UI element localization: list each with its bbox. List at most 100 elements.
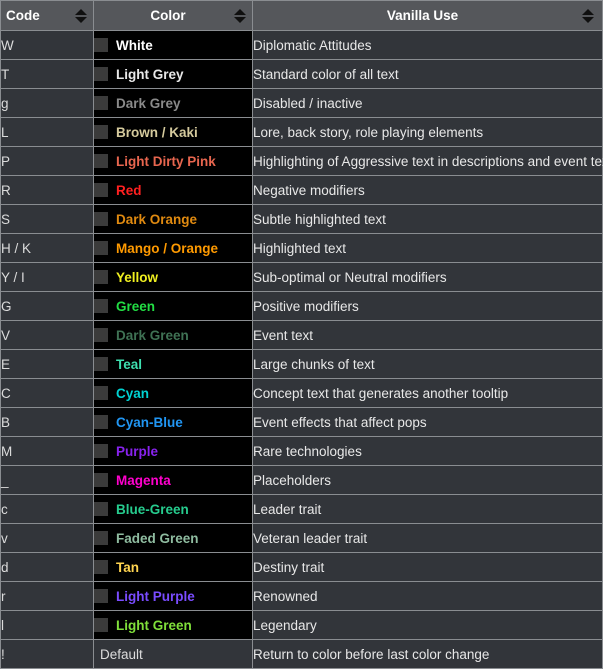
table-row: V Dark Green Event text bbox=[0, 320, 603, 350]
column-header-code-label: Code bbox=[6, 8, 40, 23]
cell-vanilla-use: Large chunks of text bbox=[252, 349, 603, 379]
cell-color: Mango / Orange bbox=[93, 233, 253, 263]
color-swatch-icon bbox=[94, 501, 108, 516]
color-name-label: Red bbox=[116, 183, 142, 199]
cell-vanilla-use: Leader trait bbox=[252, 494, 603, 524]
column-header-color[interactable]: Color bbox=[93, 0, 253, 31]
color-name-label: Dark Grey bbox=[116, 96, 181, 112]
color-swatch-icon bbox=[94, 95, 108, 110]
cell-code: c bbox=[0, 494, 94, 524]
cell-vanilla-use: Highlighted text bbox=[252, 233, 603, 263]
cell-code: S bbox=[0, 204, 94, 234]
cell-code: M bbox=[0, 436, 94, 466]
sort-updown-icon[interactable] bbox=[75, 8, 87, 23]
sort-updown-icon[interactable] bbox=[582, 8, 594, 23]
color-swatch-icon bbox=[94, 617, 108, 632]
cell-vanilla-use: Sub-optimal or Neutral modifiers bbox=[252, 262, 603, 292]
color-swatch-icon bbox=[94, 385, 108, 400]
cell-vanilla-use: Diplomatic Attitudes bbox=[252, 30, 603, 60]
color-swatch-icon bbox=[94, 588, 108, 603]
column-header-vanilla-use[interactable]: Vanilla Use bbox=[252, 0, 603, 31]
cell-code: ! bbox=[0, 639, 94, 669]
color-swatch-icon bbox=[94, 298, 108, 313]
cell-vanilla-use: Negative modifiers bbox=[252, 175, 603, 205]
cell-vanilla-use: Event text bbox=[252, 320, 603, 350]
cell-vanilla-use: Return to color before last color change bbox=[252, 639, 603, 669]
table-row: H / K Mango / Orange Highlighted text bbox=[0, 233, 603, 263]
cell-code: _ bbox=[0, 465, 94, 495]
column-header-code[interactable]: Code bbox=[0, 0, 94, 31]
cell-color: Faded Green bbox=[93, 523, 253, 553]
cell-color: Light Green bbox=[93, 610, 253, 640]
table-body: W White Diplomatic Attitudes T Light Grey Sta… bbox=[0, 30, 603, 669]
color-swatch-icon bbox=[94, 356, 108, 371]
table-row: L Brown / Kaki Lore, back story, role play… bbox=[0, 117, 603, 147]
table-row: M Purple Rare technologies bbox=[0, 436, 603, 466]
column-header-vanilla-use-label: Vanilla Use bbox=[386, 8, 459, 23]
table-row: T Light Grey Standard color of all text bbox=[0, 59, 603, 89]
cell-color: Cyan-Blue bbox=[93, 407, 253, 437]
cell-vanilla-use: Rare technologies bbox=[252, 436, 603, 466]
color-name-label: Dark Orange bbox=[116, 212, 198, 228]
cell-code: B bbox=[0, 407, 94, 437]
table-row: l Light Green Legendary bbox=[0, 610, 603, 640]
color-codes-table: Code Color Vanilla Use W White Diplomatic … bbox=[0, 0, 603, 669]
cell-color: Yellow bbox=[93, 262, 253, 292]
cell-code: r bbox=[0, 581, 94, 611]
cell-code: l bbox=[0, 610, 94, 640]
cell-vanilla-use: Positive modifiers bbox=[252, 291, 603, 321]
color-swatch-icon bbox=[94, 530, 108, 545]
cell-color: Default bbox=[93, 639, 253, 669]
color-swatch-icon bbox=[94, 269, 108, 284]
cell-color: Dark Orange bbox=[93, 204, 253, 234]
cell-vanilla-use: Disabled / inactive bbox=[252, 88, 603, 118]
color-name-label: Purple bbox=[116, 444, 159, 460]
table-row: r Light Purple Renowned bbox=[0, 581, 603, 611]
color-name-label: Yellow bbox=[116, 270, 159, 286]
color-name-label: Green bbox=[116, 299, 156, 315]
cell-code: V bbox=[0, 320, 94, 350]
cell-code: G bbox=[0, 291, 94, 321]
cell-vanilla-use: Placeholders bbox=[252, 465, 603, 495]
color-name-label: Cyan bbox=[116, 386, 150, 402]
cell-code: g bbox=[0, 88, 94, 118]
color-name-label: White bbox=[116, 38, 153, 54]
cell-color: Light Purple bbox=[93, 581, 253, 611]
color-swatch-icon bbox=[94, 182, 108, 197]
color-name-label: Brown / Kaki bbox=[116, 125, 198, 141]
cell-code: P bbox=[0, 146, 94, 176]
color-name-label: Magenta bbox=[116, 473, 171, 489]
cell-code: T bbox=[0, 59, 94, 89]
table-row: B Cyan-Blue Event effects that affect pops bbox=[0, 407, 603, 437]
color-name-label: Teal bbox=[116, 357, 143, 373]
color-name-label: Blue-Green bbox=[116, 502, 189, 518]
table-row: C Cyan Concept text that generates another… bbox=[0, 378, 603, 408]
cell-color: Cyan bbox=[93, 378, 253, 408]
cell-vanilla-use: Destiny trait bbox=[252, 552, 603, 582]
cell-code: R bbox=[0, 175, 94, 205]
cell-color: Dark Grey bbox=[93, 88, 253, 118]
cell-color: Blue-Green bbox=[93, 494, 253, 524]
cell-vanilla-use: Standard color of all text bbox=[252, 59, 603, 89]
table-row: g Dark Grey Disabled / inactive bbox=[0, 88, 603, 118]
cell-code: Y / I bbox=[0, 262, 94, 292]
cell-vanilla-use: Legendary bbox=[252, 610, 603, 640]
cell-vanilla-use: Lore, back story, role playing elements bbox=[252, 117, 603, 147]
sort-updown-icon[interactable] bbox=[234, 8, 246, 23]
cell-code: W bbox=[0, 30, 94, 60]
color-swatch-icon bbox=[94, 37, 108, 52]
cell-code: d bbox=[0, 552, 94, 582]
cell-vanilla-use: Renowned bbox=[252, 581, 603, 611]
cell-code: v bbox=[0, 523, 94, 553]
color-name-label: Faded Green bbox=[116, 531, 199, 547]
cell-vanilla-use: Concept text that generates another tool… bbox=[252, 378, 603, 408]
cell-color: Red bbox=[93, 175, 253, 205]
color-swatch-icon bbox=[94, 153, 108, 168]
color-name-label: Light Dirty Pink bbox=[116, 154, 216, 170]
color-name-label: Light Green bbox=[116, 618, 192, 634]
cell-color: Light Dirty Pink bbox=[93, 146, 253, 176]
header-row: Code Color Vanilla Use bbox=[0, 0, 603, 31]
table-row: ! Default Return to color before last colo… bbox=[0, 639, 603, 669]
table-row: W White Diplomatic Attitudes bbox=[0, 30, 603, 60]
cell-vanilla-use: Veteran leader trait bbox=[252, 523, 603, 553]
